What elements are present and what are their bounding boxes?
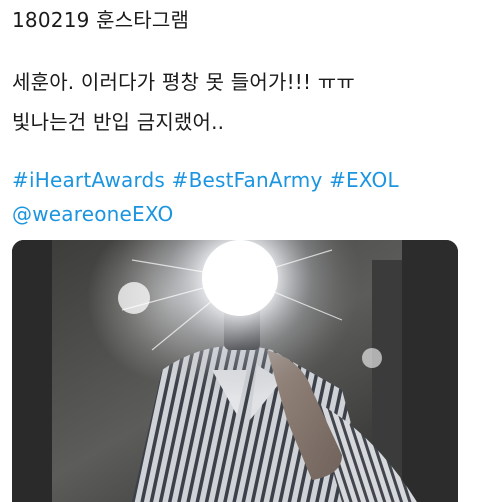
tweet-body-line-1: 세훈아. 이러다가 평창 못 들어가!!! ㅠㅠ: [12, 70, 355, 94]
tweet-photo[interactable]: [12, 240, 458, 502]
mention-row: @weareoneEXO: [12, 202, 173, 226]
hashtag-link[interactable]: #iHeartAwards: [12, 168, 172, 192]
hashtag-row: #iHeartAwards #BestFanArmy #EXOL: [12, 168, 399, 192]
hashtag-link[interactable]: #EXOL: [329, 168, 399, 192]
hashtag-link[interactable]: #BestFanArmy: [172, 168, 329, 192]
tweet-header-text: 180219 훈스타그램: [12, 8, 190, 32]
tweet: 180219 훈스타그램 세훈아. 이러다가 평창 못 들어가!!! ㅠㅠ 빛나…: [0, 0, 480, 502]
mention-link[interactable]: @weareoneEXO: [12, 202, 173, 226]
tweet-body-line-2: 빛나는건 반입 금지랬어..: [12, 110, 225, 134]
photo-icon: [12, 240, 458, 502]
